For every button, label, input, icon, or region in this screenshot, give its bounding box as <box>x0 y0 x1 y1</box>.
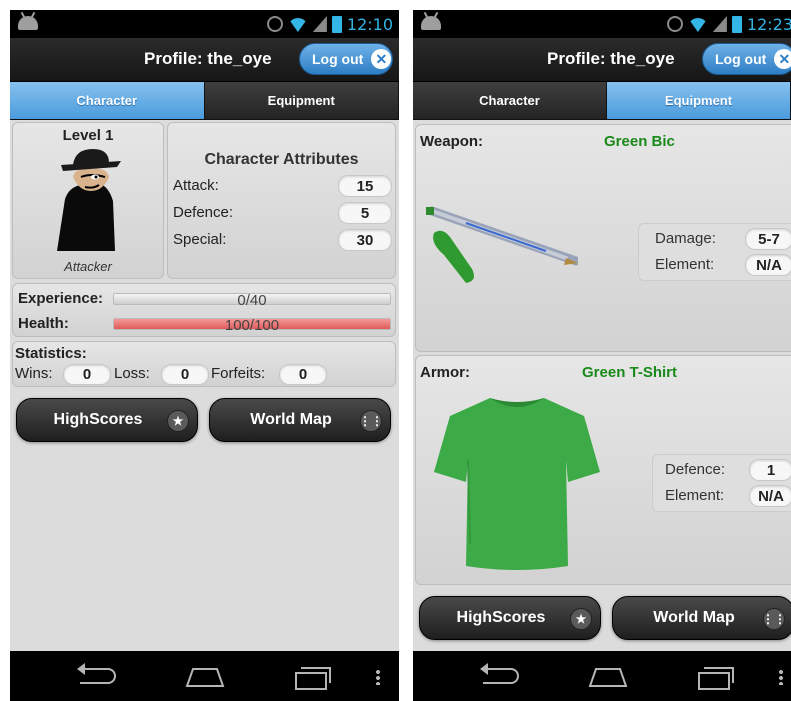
nav-bar <box>413 651 791 701</box>
class-label: Attacker <box>64 259 112 274</box>
tshirt-armor-image <box>434 398 600 570</box>
armor-name: Green T-Shirt <box>582 364 678 381</box>
menu-icon[interactable] <box>376 669 380 685</box>
armor-panel: Armor: Green T-Shirt Defence: 1 Element:… <box>415 355 791 585</box>
android-icon <box>421 16 441 30</box>
star-icon: ★ <box>167 410 189 432</box>
app-header: Profile: the_oye Log out ✕ <box>413 38 791 82</box>
logout-button[interactable]: Log out ✕ <box>299 43 393 75</box>
tab-equipment[interactable]: Equipment <box>204 82 399 119</box>
star-icon: ★ <box>570 608 592 630</box>
tab-bar: Character Equipment <box>413 82 791 120</box>
statistics-panel: Statistics: Wins: 0 Loss: 0 Forfeits: 0 <box>12 341 396 387</box>
experience-label: Experience: <box>18 290 104 307</box>
character-attributes-panel: Character Attributes Attack: 15 Defence:… <box>167 122 396 279</box>
close-icon: ✕ <box>774 49 791 69</box>
android-icon <box>18 16 38 30</box>
wifi-icon <box>288 16 308 32</box>
signal-icon <box>312 16 327 32</box>
tab-character[interactable]: Character <box>10 82 205 119</box>
alarm-icon <box>266 16 283 32</box>
level-label: Level 1 <box>62 127 114 144</box>
highscores-button[interactable]: HighScores ★ <box>419 596 601 640</box>
weapon-stats-box: Damage: 5-7 Element: N/A <box>638 223 791 281</box>
health-text: 100/100 <box>224 317 280 334</box>
status-bar: 12:23 <box>413 10 791 38</box>
clock: 12:23 <box>746 14 791 34</box>
recent-apps-icon[interactable] <box>698 667 734 690</box>
highscores-label: HighScores <box>456 609 546 626</box>
armor-stats-box: Defence: 1 Element: N/A <box>652 454 791 512</box>
signal-icon <box>712 16 727 32</box>
grid-icon: ⋮⋮ <box>359 410 383 432</box>
forfeits-value: 0 <box>279 364 327 385</box>
pen-weapon-image <box>426 206 578 283</box>
page-title: Profile: the_oye <box>547 49 675 68</box>
armor-defence-value: 1 <box>749 459 791 481</box>
close-icon: ✕ <box>371 49 392 69</box>
progress-panel: Experience: 0/40 Health: 100/100 <box>12 283 396 337</box>
grid-icon: ⋮⋮ <box>762 608 786 630</box>
attributes-title: Character Attributes <box>204 151 359 168</box>
app-header: Profile: the_oye Log out ✕ <box>10 38 399 82</box>
damage-value: 5-7 <box>745 228 791 250</box>
back-icon[interactable] <box>77 663 116 684</box>
defence-label: Defence: <box>173 204 234 221</box>
health-label: Health: <box>18 315 69 332</box>
highscores-label: HighScores <box>53 411 143 428</box>
forfeits-label: Forfeits: <box>211 365 266 382</box>
world-map-label: World Map <box>250 411 332 428</box>
recent-apps-icon[interactable] <box>295 667 331 690</box>
battery-icon <box>731 15 742 33</box>
wins-value: 0 <box>63 364 111 385</box>
nav-bar <box>10 651 399 701</box>
character-portrait-panel: Level 1 Attacker <box>12 122 164 279</box>
home-icon[interactable] <box>588 666 628 688</box>
armor-defence-label: Defence: <box>665 461 726 478</box>
world-map-button[interactable]: World Map ⋮⋮ <box>612 596 791 640</box>
defence-value: 5 <box>338 202 392 224</box>
armor-element-label: Element: <box>665 487 725 504</box>
loss-label: Loss: <box>114 365 150 382</box>
loss-value: 0 <box>161 364 209 385</box>
wins-label: Wins: <box>15 365 53 382</box>
status-bar: 12:10 <box>10 10 399 38</box>
tab-equipment[interactable]: Equipment <box>607 82 791 119</box>
weapon-name: Green Bic <box>604 133 675 150</box>
weapon-panel: Weapon: Green Bic Damage: 5-7 Element: N… <box>415 124 791 352</box>
world-map-button[interactable]: World Map ⋮⋮ <box>209 398 391 442</box>
logout-label: Log out <box>715 51 767 67</box>
battery-icon <box>331 15 342 33</box>
tab-bar: Character Equipment <box>10 82 399 120</box>
weapon-element-label: Element: <box>655 256 715 273</box>
statistics-title: Statistics: <box>15 345 87 362</box>
alarm-icon <box>666 16 683 32</box>
weapon-label: Weapon: <box>420 133 484 150</box>
phone-screen-equipment: 12:23 Profile: the_oye Log out ✕ Charact… <box>413 10 791 701</box>
highscores-button[interactable]: HighScores ★ <box>16 398 198 442</box>
clock: 12:10 <box>346 14 393 34</box>
logout-button[interactable]: Log out ✕ <box>702 43 791 75</box>
home-icon[interactable] <box>185 666 225 688</box>
armor-label: Armor: <box>420 364 471 381</box>
tab-character[interactable]: Character <box>413 82 607 119</box>
special-label: Special: <box>173 231 227 248</box>
damage-label: Damage: <box>655 230 716 247</box>
wifi-icon <box>688 16 708 32</box>
attack-value: 15 <box>338 175 392 197</box>
phone-screen-character: 12:10 Profile: the_oye Log out ✕ Charact… <box>10 10 399 701</box>
weapon-element-value: N/A <box>745 254 791 276</box>
armor-element-value: N/A <box>749 485 791 507</box>
page-title: Profile: the_oye <box>144 49 272 68</box>
attack-label: Attack: <box>173 177 219 194</box>
special-value: 30 <box>338 229 392 251</box>
menu-icon[interactable] <box>779 669 783 685</box>
world-map-label: World Map <box>653 609 735 626</box>
attacker-avatar <box>57 149 121 251</box>
experience-text: 0/40 <box>237 292 267 309</box>
back-icon[interactable] <box>480 663 519 684</box>
logout-label: Log out <box>312 51 364 67</box>
